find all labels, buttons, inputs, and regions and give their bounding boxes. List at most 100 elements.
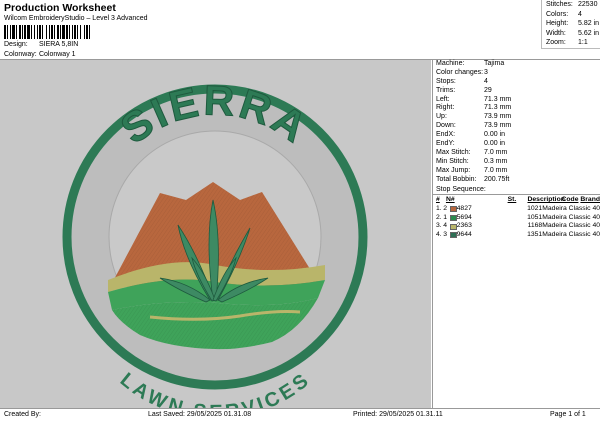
row-code: 1351 [527, 230, 543, 238]
stat-label: Width: [546, 29, 566, 37]
info-row: Max Stitch: 7.0 mm [433, 149, 600, 158]
stat-value: 5.82 in [578, 20, 600, 28]
row-num: 4. [436, 230, 442, 238]
row-num: 1. [436, 205, 442, 213]
info-value: 200.75ft [484, 175, 510, 183]
stop-row: 2. 1 5694 1051 Madeira Classic 40 [433, 214, 600, 223]
info-value: 71.3 mm [484, 104, 512, 112]
info-label: Max Jump: [436, 166, 471, 174]
stop-sequence-rows: 1. 2 4827 1021 Madeira Classic 40 2. 1 5… [433, 205, 600, 239]
color-swatch [449, 205, 457, 214]
printed-date: Printed: 29/05/2025 01.31.11 [353, 411, 443, 418]
page-number: Page 1 of 1 [550, 411, 586, 418]
info-row: EndX: 0.00 in [433, 131, 600, 140]
stat-height: Height: 5.82 in [542, 19, 600, 29]
info-row: Down: 73.9 mm [433, 122, 600, 131]
last-saved: Last Saved: 29/05/2025 01.31.08 [148, 411, 252, 418]
row-description [503, 222, 528, 231]
info-value: Tajima [484, 60, 505, 67]
colorway-label: Colonway: [4, 51, 37, 58]
col-stitches-header: St. [507, 196, 517, 204]
info-value: 4 [484, 77, 488, 85]
stat-label: Height: [546, 20, 569, 28]
col-swatch-header [455, 196, 464, 205]
info-label: Total Bobbin: [436, 175, 477, 183]
stop-sequence-divider [433, 194, 600, 196]
info-label: Color changes: [436, 68, 484, 76]
row-brand: Madeira Classic 40 [542, 222, 600, 230]
info-value: 29 [484, 86, 492, 94]
info-row: Machine: Tajima [433, 60, 600, 69]
info-row: Max Jump: 7.0 mm [433, 167, 600, 176]
row-stitches-blank [488, 231, 502, 240]
info-value: 71.3 mm [484, 95, 512, 103]
footer-divider [0, 408, 600, 409]
color-swatch [449, 214, 457, 223]
barcode [4, 25, 130, 39]
col-num-header: # [436, 196, 440, 204]
row-brand: Madeira Classic 40 [542, 205, 600, 213]
info-label: Max Stitch: [436, 148, 471, 156]
info-value: 3 [484, 68, 488, 76]
info-label: Left: [436, 95, 450, 103]
stat-value: 22530 [578, 1, 598, 8]
info-value: 73.9 mm [484, 122, 512, 130]
stop-sequence-title: Stop Sequence: [436, 186, 486, 194]
stat-label: Colors: [546, 10, 569, 18]
info-row: Up: 73.9 mm [433, 113, 600, 122]
stat-width: Width: 5.62 in [542, 29, 600, 39]
info-value: 73.9 mm [484, 113, 512, 121]
info-label: EndY: [436, 140, 455, 148]
stat-label: Zoom: [546, 39, 566, 47]
col-code-header: Code [561, 196, 579, 204]
stat-value: 1:1 [578, 39, 588, 47]
row-brand: Madeira Classic 40 [542, 230, 600, 238]
row-stitches-blank [488, 214, 502, 223]
info-label: EndX: [436, 131, 456, 139]
info-label: Min Stitch: [436, 157, 469, 165]
info-label: Up: [436, 113, 447, 121]
col-blank-header [464, 196, 508, 205]
info-label: Machine: [436, 60, 465, 67]
info-row: Total Bobbin: 200.75ft [433, 176, 600, 185]
machine-info-panel: Machine: Tajima Color changes: 3 Stops: 4 T… [432, 60, 600, 408]
row-brand: Madeira Classic 40 [542, 213, 600, 221]
row-code: 1051 [527, 213, 543, 221]
embroidery-logo: SIERRA LAWN SERVICES [62, 76, 368, 408]
row-num: 3. [436, 222, 442, 230]
software-name: Wilcom EmbroideryStudio – Level 3 Advanc… [4, 15, 148, 22]
stop-row: 3. 4 2363 1168 Madeira Classic 40 [433, 222, 600, 231]
stat-value: 5.62 in [578, 29, 600, 37]
info-row: Min Stitch: 0.3 mm [433, 158, 600, 167]
stat-zoom: Zoom: 1:1 [542, 38, 600, 48]
info-row: EndY: 0.00 in [433, 140, 600, 149]
design-value: SIERA 5,8IN [38, 41, 79, 48]
row-description [503, 231, 527, 240]
col-brand-header: Brand [580, 196, 600, 204]
info-row: Color changes: 3 [433, 69, 600, 78]
stats-panel: Stitches: 22530 Colors: 4 Height: 5.82 in W… [541, 0, 600, 49]
row-thread-code: 2363 [456, 222, 472, 230]
color-swatch [449, 222, 457, 231]
info-value: 7.0 mm [484, 166, 508, 174]
info-label: Down: [436, 122, 456, 130]
info-row: Trims: 29 [433, 87, 600, 96]
design-preview: SIERRA LAWN SERVICES [0, 60, 431, 408]
col-needle-header: N# [445, 196, 455, 204]
row-thread-code: 4827 [456, 205, 472, 213]
info-value: 0.00 in [484, 140, 506, 148]
row-description [503, 205, 527, 214]
stat-value: 4 [578, 10, 582, 18]
info-row: Left: 71.3 mm [433, 96, 600, 105]
stat-label: Stitches: [546, 1, 573, 8]
stop-row: 4. 3 9644 1351 Madeira Classic 40 [433, 231, 600, 240]
info-label: Right: [436, 104, 455, 112]
info-value: 7.0 mm [484, 148, 508, 156]
colorway-value: Colonway 1 [38, 51, 76, 58]
row-code: 1021 [527, 205, 543, 213]
color-swatch [449, 231, 457, 240]
worksheet-title: Production Worksheet [4, 2, 116, 14]
design-label: Design: [4, 41, 28, 48]
stop-sequence-header: # N# St. Description Code Brand [433, 196, 600, 205]
info-value: 0.00 in [484, 131, 506, 139]
